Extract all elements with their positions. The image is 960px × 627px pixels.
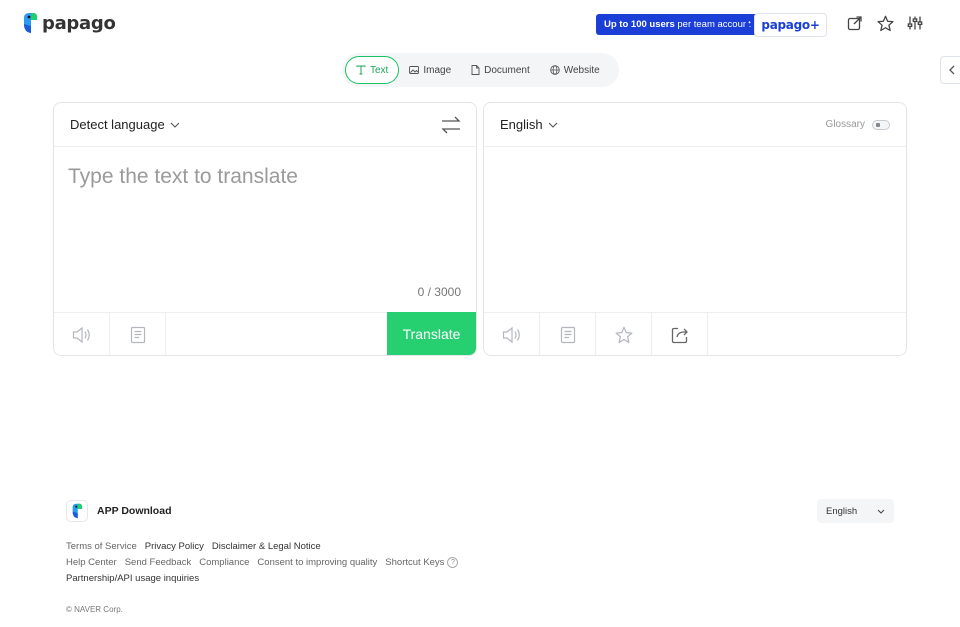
- settings-sliders-icon[interactable]: [906, 14, 924, 32]
- parrot-logo-icon: [24, 13, 37, 33]
- help-center-link[interactable]: Help Center: [66, 555, 117, 571]
- target-language-select[interactable]: English: [500, 117, 558, 132]
- share-icon: [671, 327, 688, 343]
- chevron-down-icon: [548, 122, 558, 128]
- glossary-label: Glossary: [825, 119, 865, 130]
- swap-languages-button[interactable]: [440, 115, 462, 135]
- target-language-label: English: [500, 117, 543, 132]
- source-dictionary-button[interactable]: [110, 313, 166, 355]
- source-panel: Detect language Type the text to transla…: [53, 102, 477, 356]
- side-panel-toggle[interactable]: [940, 56, 960, 84]
- site-language-select[interactable]: English: [817, 499, 894, 523]
- tab-image[interactable]: Image: [399, 56, 461, 84]
- copyright: © NAVER Corp.: [66, 605, 123, 614]
- partnership-api-link[interactable]: Partnership/API usage inquiries: [66, 571, 199, 587]
- save-favorite-button[interactable]: [596, 313, 652, 355]
- disclaimer-link[interactable]: Disclaimer & Legal Notice: [212, 539, 321, 555]
- header: papago Up to 100 users per team account …: [0, 0, 960, 48]
- terms-of-service-link[interactable]: Terms of Service: [66, 539, 137, 555]
- target-panel: English Glossary: [483, 102, 907, 356]
- tab-text[interactable]: Text: [345, 56, 400, 84]
- promo-text: per team account: [674, 19, 751, 30]
- globe-icon: [549, 65, 560, 75]
- site-language-label: English: [826, 505, 858, 517]
- promo-pointer: [746, 20, 751, 30]
- target-listen-button[interactable]: [484, 313, 540, 355]
- image-icon: [409, 66, 420, 74]
- papago-plus-button[interactable]: papago+: [754, 13, 827, 37]
- document-icon: [471, 65, 480, 75]
- share-window-icon[interactable]: [846, 14, 864, 32]
- speaker-icon: [72, 326, 90, 343]
- source-language-select[interactable]: Detect language: [70, 117, 180, 132]
- papago-logo[interactable]: papago: [22, 12, 116, 34]
- tab-website[interactable]: Website: [540, 56, 610, 84]
- tab-document-label: Document: [484, 64, 530, 76]
- character-counter: 0 / 3000: [417, 285, 461, 299]
- notebook-icon: [130, 326, 145, 343]
- tab-document[interactable]: Document: [461, 56, 540, 84]
- mode-tabs: Text Image Document Website: [342, 53, 619, 87]
- star-icon: [615, 326, 632, 343]
- text-icon: [356, 65, 366, 75]
- send-feedback-link[interactable]: Send Feedback: [125, 555, 192, 571]
- translate-button[interactable]: Translate: [387, 312, 476, 355]
- speaker-icon: [502, 326, 520, 343]
- app-download-link[interactable]: APP Download: [66, 500, 171, 522]
- tab-website-label: Website: [563, 64, 600, 76]
- tab-text-label: Text: [370, 64, 389, 76]
- footer-links: Terms of Service Privacy Policy Disclaim…: [66, 539, 459, 587]
- source-language-label: Detect language: [70, 117, 165, 132]
- glossary-toggle[interactable]: Glossary: [826, 119, 890, 130]
- consent-quality-link[interactable]: Consent to improving quality: [257, 555, 377, 571]
- source-text-input[interactable]: Type the text to translate: [68, 165, 298, 189]
- swap-arrows-icon: [441, 116, 461, 134]
- source-listen-button[interactable]: [54, 313, 110, 355]
- app-download-label: APP Download: [97, 505, 172, 517]
- target-dictionary-button[interactable]: [540, 313, 596, 355]
- logo-text: papago: [42, 12, 116, 34]
- shortcut-keys-link[interactable]: Shortcut Keys: [385, 555, 444, 571]
- glossary-switch[interactable]: [872, 119, 890, 130]
- target-toolbar: [484, 312, 906, 355]
- source-toolbar: Translate: [54, 312, 476, 355]
- target-panel-header: English Glossary: [484, 103, 906, 147]
- privacy-policy-link[interactable]: Privacy Policy: [145, 539, 204, 555]
- promo-highlight: Up to 100 users: [604, 19, 675, 30]
- papago-app-icon: [66, 500, 88, 522]
- notebook-icon: [560, 326, 575, 343]
- share-translation-button[interactable]: [652, 313, 708, 355]
- compliance-link[interactable]: Compliance: [199, 555, 249, 571]
- tab-image-label: Image: [423, 64, 452, 76]
- star-icon[interactable]: [876, 14, 894, 32]
- question-mark-icon[interactable]: ?: [447, 557, 459, 568]
- chevron-down-icon: [877, 509, 885, 514]
- source-panel-header: Detect language: [54, 103, 476, 147]
- chevron-down-icon: [170, 122, 180, 128]
- team-account-promo[interactable]: Up to 100 users per team account: [596, 14, 759, 35]
- chevron-left-icon: [948, 65, 954, 75]
